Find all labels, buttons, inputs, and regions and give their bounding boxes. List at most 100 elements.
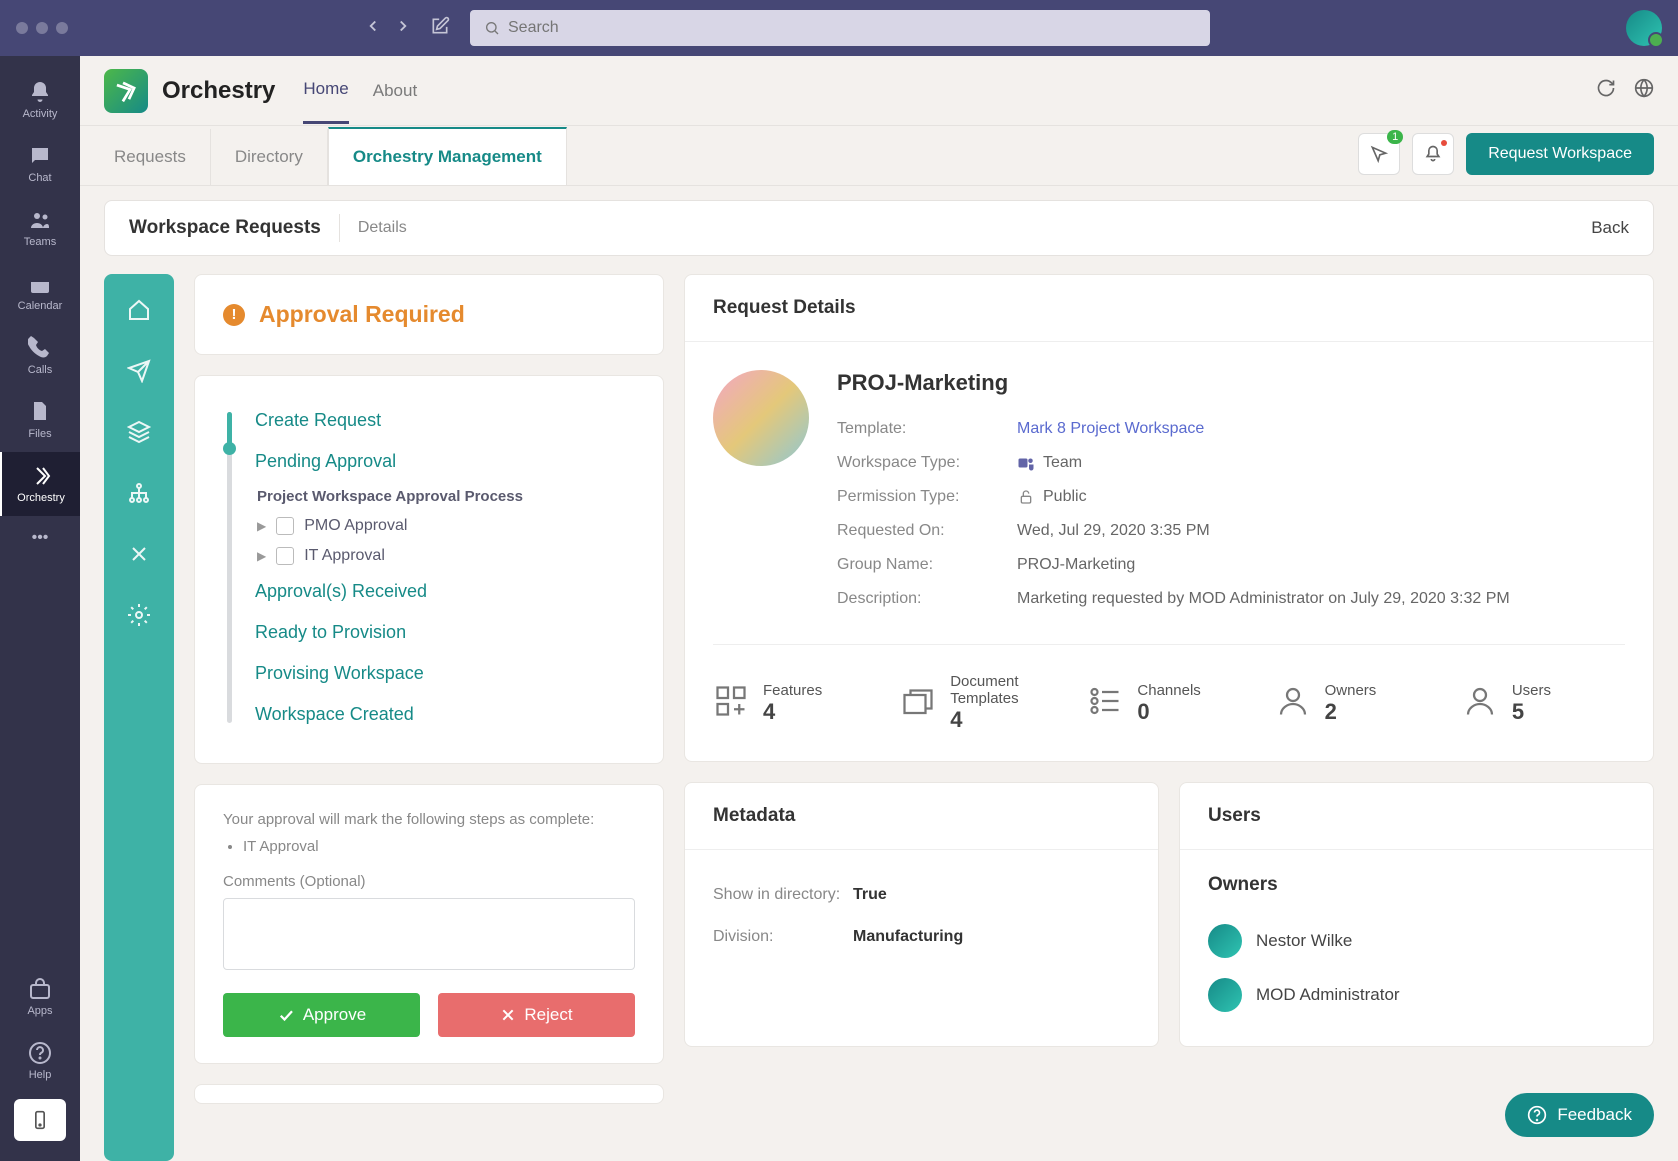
breadcrumb-main: Workspace Requests (129, 217, 321, 239)
rail-more[interactable]: ••• (0, 516, 80, 560)
approve-desc: Your approval will mark the following st… (223, 811, 635, 828)
metadata-card: Metadata Show in directory:True Division… (684, 782, 1159, 1047)
users-card: Users Owners Nestor Wilke MOD Administra… (1179, 782, 1654, 1047)
reject-button[interactable]: Reject (438, 993, 635, 1037)
bell-notif-button[interactable] (1412, 133, 1454, 175)
forward-icon[interactable] (394, 17, 412, 40)
step-ready[interactable]: Ready to Provision (241, 612, 633, 653)
approval-required-card: ! Approval Required (194, 274, 664, 355)
app-tab-about[interactable]: About (373, 59, 417, 123)
stat-users: Users5 (1462, 673, 1625, 733)
template-link[interactable]: Mark 8 Project Workspace (1017, 420, 1204, 438)
stat-owners: Owners2 (1275, 673, 1438, 733)
cursor-icon (1369, 144, 1389, 164)
back-link[interactable]: Back (1591, 218, 1629, 238)
comments-label: Comments (Optional) (223, 873, 635, 890)
users-header: Users (1180, 783, 1653, 850)
rail-label: Files (28, 428, 51, 440)
step-pending[interactable]: Pending Approval (241, 441, 633, 482)
approve-button[interactable]: Approve (223, 993, 420, 1037)
search-bar[interactable] (470, 10, 1210, 46)
rail-label: Calls (28, 364, 52, 376)
home-icon[interactable] (127, 298, 151, 327)
owners-title: Owners (1208, 874, 1625, 896)
compose-icon[interactable] (430, 16, 450, 41)
step-create[interactable]: Create Request (241, 400, 633, 441)
step-provisioning[interactable]: Provising Workspace (241, 653, 633, 694)
min-dot[interactable] (36, 22, 48, 34)
tools-icon[interactable] (127, 542, 151, 571)
rail-label: Help (29, 1069, 52, 1081)
comments-input[interactable] (223, 898, 635, 970)
user-avatar[interactable] (1626, 10, 1662, 46)
bell-icon (1423, 144, 1443, 164)
cursor-notif-button[interactable]: 1 (1358, 133, 1400, 175)
app-tab-home[interactable]: Home (303, 57, 348, 124)
titlebar (0, 0, 1678, 56)
tab-management[interactable]: Orchestry Management (328, 127, 567, 185)
max-dot[interactable] (56, 22, 68, 34)
request-workspace-button[interactable]: Request Workspace (1466, 133, 1654, 175)
metadata-header: Metadata (685, 783, 1158, 850)
hierarchy-icon[interactable] (127, 481, 151, 510)
secondary-nav (104, 274, 174, 1161)
avatar (1208, 978, 1242, 1012)
checkbox[interactable] (276, 547, 294, 565)
request-details-card: Request Details PROJ-Marketing Template:… (684, 274, 1654, 762)
tabbar: Requests Directory Orchestry Management … (80, 126, 1678, 186)
rail-apps[interactable]: Apps (0, 965, 80, 1029)
cards-icon (900, 683, 936, 724)
calendar-icon (28, 272, 52, 296)
search-icon (484, 20, 500, 36)
teams-mini-icon (1017, 454, 1035, 472)
rail-activity[interactable]: Activity (0, 68, 80, 132)
left-rail: Activity Chat Teams Calendar Calls Files… (0, 56, 80, 1161)
step-received[interactable]: Approval(s) Received (241, 571, 633, 612)
close-dot[interactable] (16, 22, 28, 34)
app-name: Orchestry (162, 77, 275, 105)
search-input[interactable] (508, 19, 1196, 37)
step-pmo[interactable]: ▶PMO Approval (257, 511, 633, 541)
approve-item: IT Approval (243, 838, 635, 855)
traffic-lights (16, 22, 68, 34)
rail-label: Orchestry (17, 492, 65, 504)
rail-orchestry[interactable]: Orchestry (0, 452, 80, 516)
gear-icon[interactable] (127, 603, 151, 632)
user-row[interactable]: Nestor Wilke (1208, 914, 1625, 968)
back-icon[interactable] (364, 17, 382, 40)
rail-calendar[interactable]: Calendar (0, 260, 80, 324)
rail-mobile[interactable] (14, 1099, 66, 1141)
globe-icon[interactable] (1634, 78, 1654, 103)
list-icon (1087, 683, 1123, 724)
refresh-icon[interactable] (1596, 78, 1616, 103)
rail-label: Teams (24, 236, 56, 248)
tab-requests[interactable]: Requests (104, 129, 211, 185)
user-row[interactable]: MOD Administrator (1208, 968, 1625, 1022)
nav-arrows (364, 17, 412, 40)
tab-directory[interactable]: Directory (211, 129, 328, 185)
app-header: Orchestry Home About (80, 56, 1678, 126)
project-name: PROJ-Marketing (837, 370, 1625, 396)
checkbox[interactable] (276, 517, 294, 535)
stat-channels: Channels0 (1087, 673, 1250, 733)
rail-files[interactable]: Files (0, 388, 80, 452)
step-created[interactable]: Workspace Created (241, 694, 633, 735)
layers-icon[interactable] (127, 420, 151, 449)
breadcrumb-sub: Details (358, 219, 407, 237)
rail-teams[interactable]: Teams (0, 196, 80, 260)
rail-help[interactable]: Help (0, 1029, 80, 1093)
feedback-button[interactable]: Feedback (1505, 1093, 1654, 1137)
bell-icon (28, 80, 52, 104)
rail-calls[interactable]: Calls (0, 324, 80, 388)
rail-chat[interactable]: Chat (0, 132, 80, 196)
unlock-icon (1017, 488, 1035, 506)
apps-icon (28, 977, 52, 1001)
chat-icon (28, 144, 52, 168)
step-it[interactable]: ▶IT Approval (257, 541, 633, 571)
check-icon (277, 1006, 295, 1024)
help-circle-icon (1527, 1105, 1547, 1125)
send-icon[interactable] (127, 359, 151, 388)
user-icon (1462, 683, 1498, 724)
project-thumbnail (713, 370, 809, 466)
stat-features: Features4 (713, 673, 876, 733)
